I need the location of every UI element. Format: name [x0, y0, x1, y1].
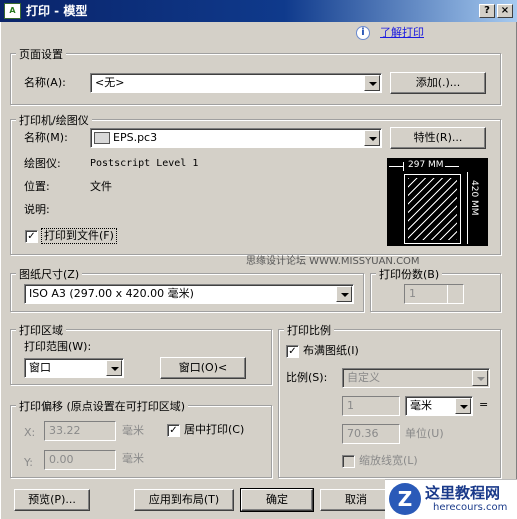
printer-combo[interactable]: EPS.pc3 [90, 128, 382, 148]
fit-paper-label[interactable]: 布满图纸(I) [303, 344, 359, 358]
location-label: 位置: [24, 180, 50, 193]
scale-label: 比例(S): [286, 371, 328, 384]
print-offset-label: 打印偏移 (原点设置在可打印区域) [16, 398, 189, 414]
preview-height-text: 420 MM [469, 180, 479, 216]
preview-width-text: 297 MM [407, 160, 445, 170]
plotter-icon [94, 132, 110, 144]
paper-size-combo[interactable]: ISO A3 (297.00 x 420.00 毫米) [24, 284, 354, 304]
printer-name-label: 名称(M): [24, 131, 68, 144]
printer-value: EPS.pc3 [113, 131, 158, 144]
preview-printable-area [408, 178, 457, 240]
chevron-down-icon[interactable] [472, 370, 488, 386]
scale-unit-combo[interactable]: 毫米 [405, 396, 473, 416]
window-title: 打印 - 模型 [26, 4, 88, 18]
chevron-down-icon[interactable] [455, 398, 471, 414]
preview-left-tick [389, 166, 403, 167]
plotter-label: 绘图仪: [24, 157, 61, 170]
page-setup-combo[interactable]: <无> [90, 73, 382, 93]
lineweight-checkbox[interactable] [342, 455, 355, 468]
logo-text: 这里教程网 [425, 484, 501, 502]
page-setup-name-label: 名称(A): [24, 76, 66, 89]
offset-x-unit: 毫米 [122, 424, 144, 437]
print-range-label: 打印范围(W): [24, 340, 92, 353]
offset-x-value: 33.22 [49, 424, 81, 437]
page-setup-value: <无> [95, 76, 125, 89]
fit-paper-checkbox[interactable]: ✓ [286, 345, 299, 358]
logo-mark-icon: Z [389, 483, 421, 515]
preview-left-tick-v [403, 162, 405, 171]
offset-y-input[interactable]: 0.00 [44, 450, 116, 470]
equals-sign: = [479, 398, 489, 411]
print-area-label: 打印区域 [16, 322, 66, 338]
ok-button[interactable]: 确定 [240, 488, 314, 512]
apply-to-layout-button[interactable]: 应用到布局(T) [134, 489, 234, 511]
copies-label: 打印份数(B) [376, 266, 443, 282]
offset-x-label: X: [24, 426, 36, 439]
watermark: 思缘设计论坛 WWW.MISSYUAN.COM [246, 256, 420, 267]
print-to-file-label[interactable]: 打印到文件(F) [41, 228, 117, 244]
print-scale-label: 打印比例 [284, 322, 334, 338]
info-icon: i [356, 26, 370, 40]
scale-value1-input[interactable]: 1 [342, 396, 400, 416]
plotter-value: Postscript Level 1 [90, 158, 199, 169]
offset-y-unit: 毫米 [122, 452, 144, 465]
scale-value1: 1 [347, 399, 354, 412]
title-bar: A 打印 - 模型 ? × [0, 0, 517, 22]
print-range-value: 窗口 [29, 361, 51, 374]
lineweight-label: 缩放线宽(L) [359, 454, 418, 467]
preview-button[interactable]: 预览(P)... [14, 489, 90, 511]
offset-y-value: 0.00 [49, 453, 74, 466]
add-page-setup-button[interactable]: 添加(.)... [390, 72, 486, 94]
chevron-down-icon[interactable] [364, 130, 380, 146]
site-logo: Z 这里教程网 herecours.com [385, 479, 517, 519]
logo-url: herecours.com [433, 502, 508, 513]
autocad-icon: A [4, 3, 21, 19]
printer-group-label: 打印机/绘图仪 [16, 112, 92, 128]
center-print-checkbox[interactable]: ✓ [167, 424, 180, 437]
paper-preview: 297 MM 420 MM [387, 158, 488, 246]
chevron-down-icon[interactable] [364, 75, 380, 91]
print-range-combo[interactable]: 窗口 [24, 358, 124, 378]
printer-properties-button[interactable]: 特性(R)... [390, 127, 486, 149]
offset-x-input[interactable]: 33.22 [44, 421, 116, 441]
cancel-button[interactable]: 取消 [320, 489, 392, 511]
paper-size-label: 图纸尺寸(Z) [16, 266, 83, 282]
scale-value: 自定义 [347, 371, 380, 384]
scale-unit-value: 毫米 [410, 399, 432, 412]
scale-value2: 70.36 [347, 427, 379, 440]
window-select-button[interactable]: 窗口(O)< [160, 357, 246, 379]
paper-size-value: ISO A3 (297.00 x 420.00 毫米) [29, 287, 194, 300]
close-button[interactable]: × [497, 4, 513, 18]
location-value: 文件 [90, 180, 112, 193]
scale-value2-input[interactable]: 70.36 [342, 424, 400, 444]
copies-value: 1 [409, 287, 416, 300]
preview-sheet [404, 174, 461, 244]
scale-combo[interactable]: 自定义 [342, 368, 490, 388]
help-button[interactable]: ? [479, 4, 495, 18]
unit-label: 单位(U) [405, 427, 444, 440]
print-to-file-checkbox[interactable]: ✓ [25, 230, 38, 243]
chevron-down-icon[interactable] [106, 360, 122, 376]
description-label: 说明: [24, 203, 50, 216]
copies-spinner[interactable] [447, 285, 463, 303]
center-print-label[interactable]: 居中打印(C) [184, 423, 244, 437]
learn-print-link[interactable]: 了解打印 [380, 26, 424, 40]
chevron-down-icon[interactable] [336, 286, 352, 302]
page-setup-label: 页面设置 [16, 46, 66, 62]
offset-y-label: Y: [24, 456, 33, 469]
